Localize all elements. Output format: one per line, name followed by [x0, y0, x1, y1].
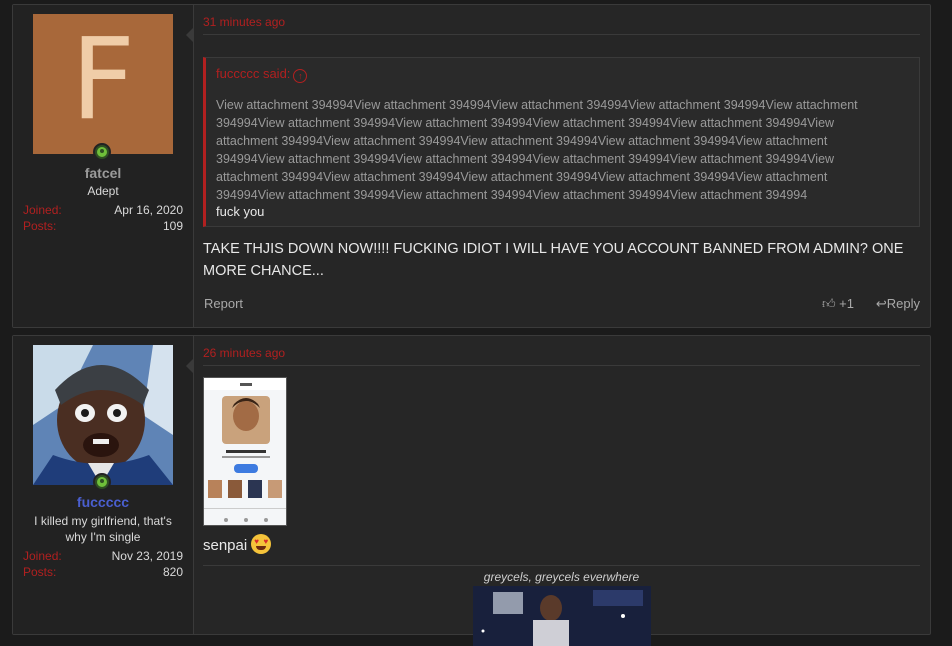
posts-label: Posts: [23, 565, 57, 579]
divider [203, 365, 920, 366]
joined-stat: Joined: Nov 23, 2019 [23, 549, 183, 563]
embedded-image-graphic [473, 586, 651, 646]
star-struck-emoji-icon [251, 534, 272, 554]
quote-block: fuccccc said: ↑ View attachment 394994Vie… [203, 57, 920, 227]
avatar-photo-image [33, 345, 173, 485]
message-text: senpai [203, 537, 248, 554]
joined-value: Nov 23, 2019 [111, 549, 183, 563]
post-message: senpai [203, 534, 272, 554]
post-pointer [186, 358, 194, 374]
user-title: I killed my girlfriend, that's why I'm s… [34, 514, 172, 544]
avatar[interactable] [33, 345, 173, 485]
post-fuccccc: fuccccc I killed my girlfriend, that's w… [12, 335, 931, 646]
post-timestamp[interactable]: 31 minutes ago [203, 15, 285, 29]
user-info-panel: F fatcel Adept Joined: Apr 16, 2020 Post… [13, 5, 194, 327]
embedded-image[interactable] [473, 586, 651, 646]
thumbs-up-icon: 👍︎ [821, 296, 836, 311]
divider [203, 34, 920, 35]
attachment-thumbnail[interactable] [203, 377, 287, 526]
attachment-screenshot-image [204, 378, 286, 525]
quote-attachments: View attachment 394994View attachment 39… [216, 98, 858, 202]
quote-text: fuck you [216, 204, 265, 219]
user-title: Adept [87, 184, 119, 198]
quote-author-text: fuccccc said: [216, 66, 291, 81]
joined-label: Joined: [23, 549, 62, 563]
posts-stat: Posts: 820 [23, 565, 183, 579]
post-timestamp[interactable]: 26 minutes ago [203, 346, 285, 360]
username[interactable]: fuccccc [13, 494, 193, 510]
reaction-count: +1 [839, 296, 854, 311]
reply-label: Reply [886, 296, 920, 311]
media-caption: greycels, greycels everwhere [483, 570, 640, 584]
joined-value: Apr 16, 2020 [114, 203, 183, 217]
online-status-icon [93, 473, 111, 491]
post-fatcel: F fatcel Adept Joined: Apr 16, 2020 Post… [12, 4, 931, 328]
posts-stat: Posts: 109 [23, 219, 183, 233]
reply-icon: ↩ [875, 296, 887, 311]
reaction-button[interactable]: 👍︎ +1 [822, 296, 854, 312]
reply-button[interactable]: ↩Reply [876, 296, 920, 312]
avatar-initial: F [70, 15, 136, 145]
avatar[interactable]: F [33, 14, 173, 154]
posts-value: 820 [162, 565, 183, 579]
post-message: TAKE THJIS DOWN NOW!!!! FUCKING IDIOT I … [203, 241, 904, 279]
arrow-up-icon[interactable]: ↑ [293, 69, 308, 83]
divider [203, 565, 920, 566]
post-pointer [186, 27, 194, 43]
user-info-panel: fuccccc I killed my girlfriend, that's w… [13, 336, 194, 634]
online-status-icon [93, 143, 111, 161]
joined-label: Joined: [23, 203, 62, 217]
posts-value: 109 [162, 219, 183, 233]
joined-stat: Joined: Apr 16, 2020 [23, 203, 183, 217]
quote-author[interactable]: fuccccc said: ↑ [216, 66, 308, 83]
report-link[interactable]: Report [204, 296, 243, 311]
posts-label: Posts: [23, 219, 57, 233]
username[interactable]: fatcel [13, 165, 193, 181]
